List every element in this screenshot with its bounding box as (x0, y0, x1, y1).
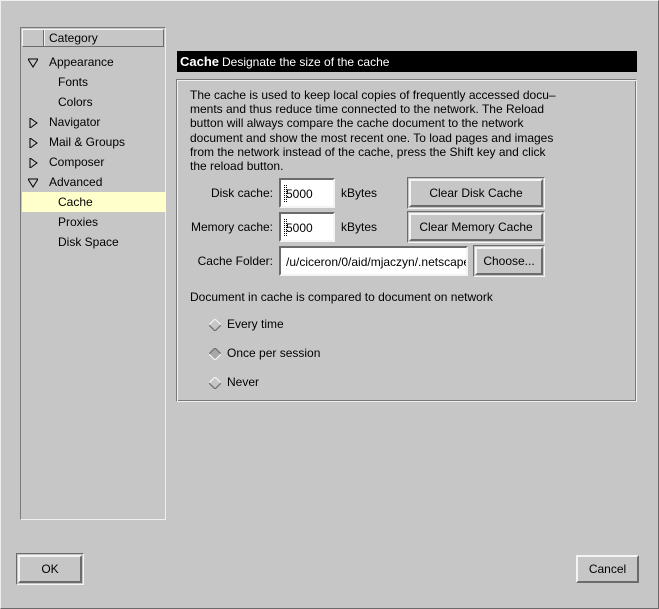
tree-item-label: Composer (49, 155, 105, 169)
tree-header-label: Category (49, 31, 98, 45)
disk-cache-input[interactable]: 5000 (279, 178, 335, 208)
tree-item-composer[interactable]: Composer (22, 152, 166, 172)
tree-item-mail-groups[interactable]: Mail & Groups (22, 132, 166, 152)
radio-label: Every time (227, 317, 284, 331)
section-title: Cache (180, 54, 220, 69)
tree-item-navigator[interactable]: Navigator (22, 112, 166, 132)
expanded-triangle-icon[interactable] (28, 58, 38, 68)
tree-item-advanced[interactable]: Advanced (22, 172, 166, 192)
collapsed-triangle-icon[interactable] (28, 158, 38, 168)
expanded-triangle-icon[interactable] (28, 178, 38, 188)
tree-item-label: Cache (58, 195, 93, 209)
tree-item-colors[interactable]: Colors (22, 92, 166, 112)
radio-selected-icon[interactable] (209, 348, 221, 360)
description-line: document and show the most recent one. T… (190, 130, 554, 145)
radio-unselected-icon[interactable] (209, 377, 221, 389)
tree-item-label: Advanced (49, 175, 103, 189)
radio-unselected-icon[interactable] (209, 319, 221, 331)
tree-item-label: Appearance (49, 55, 114, 69)
compare-label: Document in cache is compared to documen… (190, 290, 493, 304)
cache-folder-input[interactable]: /u/ciceron/0/aid/mjaczyn/.netscape (279, 246, 468, 276)
tree-item-proxies[interactable]: Proxies (22, 212, 166, 232)
description-line: ments and thus reduce time connected to … (190, 102, 544, 117)
description-line: The cache is used to keep local copies o… (190, 88, 556, 102)
disk-cache-value: 5000 (286, 187, 313, 201)
cache-folder-label: Cache Folder: (197, 254, 273, 268)
tree-header: Category (22, 29, 164, 47)
collapsed-triangle-icon[interactable] (28, 118, 38, 128)
description-line: the reload button. (190, 159, 284, 174)
category-tree[interactable]: Category Appearance Fonts Colors Navigat… (20, 27, 166, 520)
memory-cache-value: 5000 (286, 221, 313, 235)
tree-item-appearance[interactable]: Appearance (22, 52, 166, 72)
memory-cache-label: Memory cache: (190, 220, 273, 234)
clear-memory-cache-button[interactable]: Clear Memory Cache (409, 213, 543, 241)
radio-label: Once per session (227, 346, 321, 360)
tree-item-label: Proxies (58, 215, 99, 229)
disk-cache-label: Disk cache: (210, 186, 273, 200)
choose-folder-button[interactable]: Choose... (475, 247, 543, 275)
clear-disk-cache-button[interactable]: Clear Disk Cache (409, 179, 543, 207)
radio-label: Never (227, 375, 260, 389)
memory-cache-unit: kBytes (341, 220, 378, 234)
description-line: from the network instead of the cache, p… (190, 144, 546, 159)
section-banner: Cache Designate the size of the cache (177, 51, 637, 72)
disk-cache-unit: kBytes (341, 186, 378, 200)
tree-item-disk-space[interactable]: Disk Space (22, 232, 166, 252)
tree-item-cache[interactable]: Cache (22, 192, 166, 212)
section-description: Designate the size of the cache (222, 55, 390, 69)
description-line: button will always compare the cache doc… (190, 116, 524, 131)
tree-item-label: Disk Space (58, 235, 119, 249)
tree-item-label: Navigator (49, 115, 101, 129)
memory-cache-input[interactable]: 5000 (279, 212, 335, 242)
tree-item-label: Colors (58, 95, 93, 109)
collapsed-triangle-icon[interactable] (28, 138, 38, 148)
cache-description: The cache is used to keep local copies o… (190, 88, 580, 173)
tree-item-label: Fonts (58, 75, 89, 89)
ok-button[interactable]: OK (18, 555, 82, 583)
tree-header-left-cell (23, 30, 44, 46)
tree-item-label: Mail & Groups (49, 135, 126, 149)
cancel-button[interactable]: Cancel (576, 555, 639, 583)
tree-item-fonts[interactable]: Fonts (22, 72, 166, 92)
cache-folder-value: /u/ciceron/0/aid/mjaczyn/.netscape (286, 255, 468, 269)
